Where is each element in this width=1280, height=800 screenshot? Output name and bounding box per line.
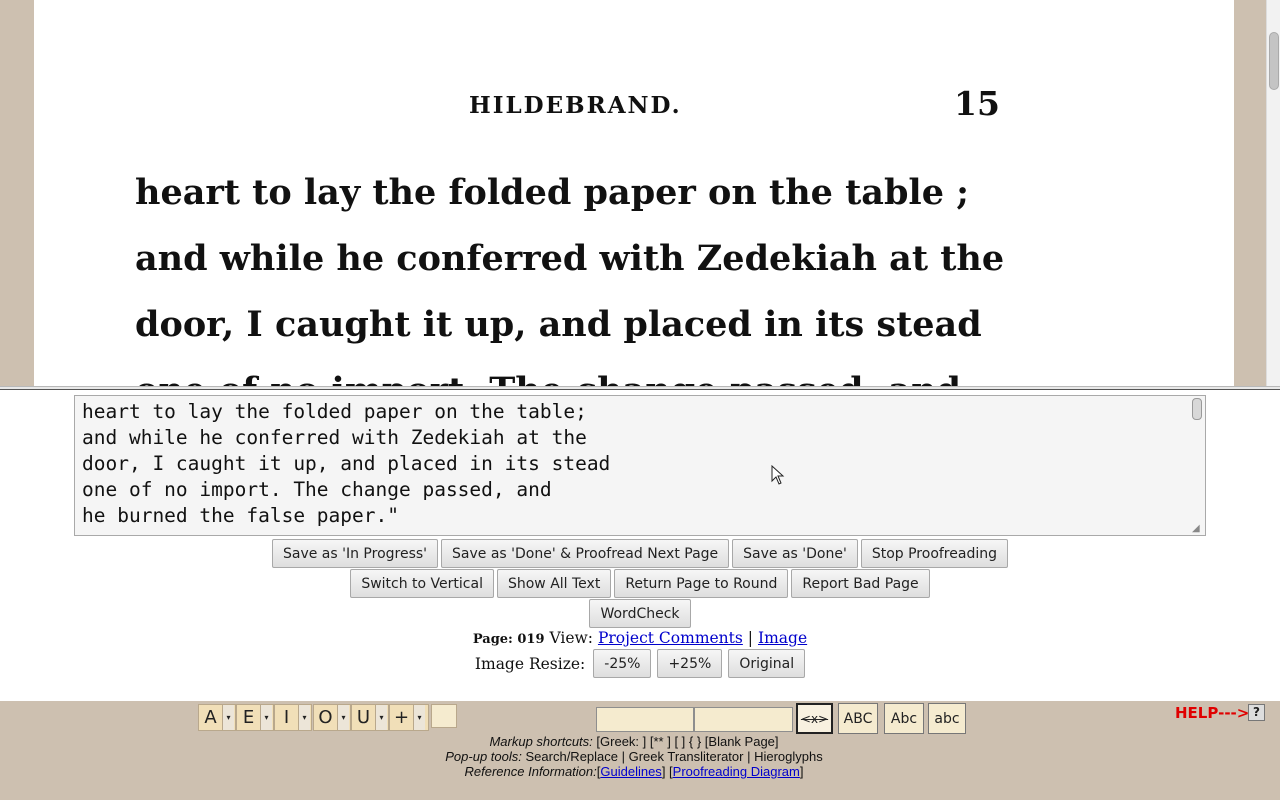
chevron-down-icon: ▾ <box>337 705 349 730</box>
view-label: View: <box>549 629 593 647</box>
page-number-label: Page: 019 <box>472 632 545 647</box>
stop-proofreading-button[interactable]: Stop Proofreading <box>860 539 1008 568</box>
scan-text-line: one of no import. The change passed, and <box>135 370 961 386</box>
wordcheck-row: WordCheck <box>0 599 1280 628</box>
vowel-u-label: U <box>356 707 371 728</box>
primary-action-row: Save as 'In Progress' Save as 'Done' & P… <box>0 539 1280 568</box>
image-scrollbar[interactable] <box>1266 0 1280 386</box>
image-scrollbar-thumb[interactable] <box>1269 32 1279 90</box>
chevron-down-icon: ▾ <box>222 705 234 730</box>
save-done-next-button[interactable]: Save as 'Done' & Proofread Next Page <box>441 539 730 568</box>
help-icon[interactable]: ? <box>1248 704 1265 721</box>
secondary-action-row: Switch to Vertical Show All Text Return … <box>0 569 1280 598</box>
bracket-close: ] <box>799 764 804 779</box>
remove-markup-button[interactable]: <x> <box>796 703 833 734</box>
bottom-toolbar: A ▾ E ▾ I ▾ O ▾ U ▾ + ▾ <x> ABC Abc abc … <box>0 701 1280 800</box>
reference-info-line: Reference Information:[Guidelines] [Proo… <box>0 764 1268 779</box>
vowel-i-label: I <box>283 707 290 728</box>
chevron-down-icon: ▾ <box>260 705 272 730</box>
replace-input[interactable] <box>694 707 793 732</box>
return-page-button[interactable]: Return Page to Round <box>614 569 789 598</box>
save-done-button[interactable]: Save as 'Done' <box>732 539 858 568</box>
image-resize-controls: Image Resize: -25% +25% Original <box>0 649 1280 678</box>
show-all-text-button[interactable]: Show All Text <box>496 569 612 598</box>
titlecase-button[interactable]: Abc <box>884 703 924 734</box>
save-in-progress-button[interactable]: Save as 'In Progress' <box>271 539 439 568</box>
page-info: Page: 019 View: Project Comments | Image <box>0 629 1280 647</box>
page-image-pane[interactable]: HILDEBRAND. 15 heart to lay the folded p… <box>0 0 1280 386</box>
textarea-scrollbar[interactable] <box>1191 398 1203 518</box>
help-label: HELP---> <box>1175 704 1250 722</box>
popup-tools-label: Pop-up tools: <box>445 749 522 764</box>
mouse-pointer-icon <box>771 465 785 485</box>
scan-text-line: and while he conferred with Zedekiah at … <box>135 238 1005 279</box>
vowel-o-select[interactable]: O ▾ <box>313 704 351 731</box>
switch-vertical-button[interactable]: Switch to Vertical <box>350 569 494 598</box>
search-input[interactable] <box>596 707 694 732</box>
scan-running-head: HILDEBRAND. <box>469 92 682 119</box>
popup-tools-items[interactable]: Search/Replace | Greek Transliterator | … <box>526 749 823 764</box>
popup-tools-line: Pop-up tools: Search/Replace | Greek Tra… <box>0 749 1268 764</box>
scan-page-number: 15 <box>954 84 1000 123</box>
reference-info-label: Reference Information: <box>464 764 597 779</box>
character-preview-box[interactable] <box>431 704 457 728</box>
markup-shortcuts-items[interactable]: [Greek: ] [** ] [ ] { } [Blank Page] <box>596 734 778 749</box>
vowel-a-label: A <box>204 707 217 728</box>
page-scan-image: HILDEBRAND. 15 heart to lay the folded p… <box>34 0 1234 386</box>
scan-text-line: heart to lay the folded paper on the tab… <box>135 172 970 213</box>
vowel-i-select[interactable]: I ▾ <box>274 704 312 731</box>
zoom-in-button[interactable]: +25% <box>657 649 723 678</box>
proofreading-diagram-link[interactable]: Proofreading Diagram <box>673 764 800 779</box>
lowercase-button[interactable]: abc <box>928 703 966 734</box>
vowel-e-label: E <box>242 707 255 728</box>
guidelines-link[interactable]: Guidelines <box>600 764 661 779</box>
project-comments-link[interactable]: Project Comments <box>598 629 743 647</box>
image-link[interactable]: Image <box>758 629 807 647</box>
zoom-out-button[interactable]: -25% <box>593 649 652 678</box>
more-characters-select[interactable]: + ▾ <box>389 704 429 731</box>
markup-shortcuts-label: Markup shortcuts: <box>489 734 593 749</box>
vowel-o-label: O <box>318 707 333 728</box>
vowel-u-select[interactable]: U ▾ <box>351 704 389 731</box>
markup-shortcuts-line: Markup shortcuts: [Greek: ] [** ] [ ] { … <box>0 734 1268 749</box>
original-size-button[interactable]: Original <box>728 649 806 678</box>
chevron-down-icon: ▾ <box>413 705 425 730</box>
image-resize-label: Image Resize: <box>474 654 586 673</box>
wordcheck-button[interactable]: WordCheck <box>589 599 691 628</box>
chevron-down-icon: ▾ <box>375 705 387 730</box>
pane-divider[interactable] <box>0 386 1280 390</box>
textarea-scrollbar-thumb[interactable] <box>1192 398 1202 420</box>
resize-grip-icon[interactable]: ◢ <box>1192 523 1203 534</box>
link-separator: | <box>747 629 754 647</box>
uppercase-button[interactable]: ABC <box>838 703 878 734</box>
more-characters-label: + <box>393 707 410 728</box>
scan-text-line: door, I caught it up, and placed in its … <box>135 304 982 345</box>
bracket-separator: ] [ <box>661 764 673 779</box>
vowel-e-select[interactable]: E ▾ <box>236 704 274 731</box>
chevron-down-icon: ▾ <box>298 705 310 730</box>
vowel-a-select[interactable]: A ▾ <box>198 704 236 731</box>
report-bad-page-button[interactable]: Report Bad Page <box>791 569 930 598</box>
proofreading-textarea[interactable]: heart to lay the folded paper on the tab… <box>74 395 1206 536</box>
